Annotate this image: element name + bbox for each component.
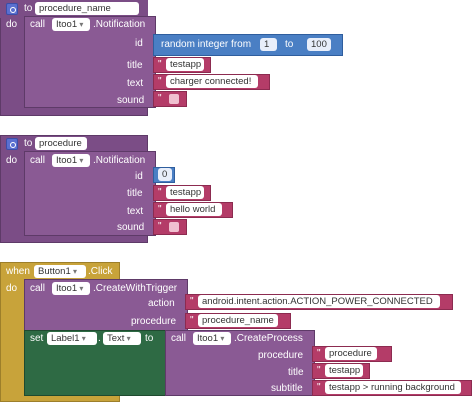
set-keyword: set bbox=[30, 333, 44, 344]
random-from-value[interactable]: 1 bbox=[260, 38, 277, 51]
method-name: .CreateWithTrigger bbox=[93, 283, 178, 294]
quote-icon: " bbox=[158, 187, 162, 198]
component-dropdown[interactable]: Itoo1 bbox=[52, 154, 90, 167]
method-name: .Notification bbox=[93, 155, 146, 166]
text-label: text bbox=[127, 78, 144, 89]
do-keyword: do bbox=[6, 19, 18, 30]
component-dropdown[interactable]: Itoo1 bbox=[52, 282, 90, 295]
procedure-label: procedure bbox=[131, 316, 177, 327]
method-name: .Notification bbox=[93, 19, 146, 30]
sound-label: sound bbox=[117, 222, 145, 233]
to-keyword: to bbox=[24, 3, 33, 14]
call-keyword: call bbox=[171, 333, 187, 344]
id-number-value[interactable]: 0 bbox=[158, 168, 172, 181]
button-dropdown[interactable]: Button1 bbox=[34, 265, 86, 278]
sound-label: sound bbox=[117, 95, 145, 106]
to-keyword: to bbox=[145, 333, 154, 344]
random-integer-label: random integer from bbox=[161, 39, 252, 50]
quote-icon: " bbox=[190, 315, 194, 326]
mutator-gear-icon[interactable] bbox=[6, 138, 18, 150]
procedure-text-value[interactable]: procedure_name bbox=[198, 314, 278, 327]
call-keyword: call bbox=[30, 155, 46, 166]
id-label: id bbox=[135, 171, 143, 182]
dot-separator: . bbox=[98, 333, 101, 344]
cp-subtitle-text-value[interactable]: testapp > running background bbox=[325, 381, 461, 394]
quote-icon: " bbox=[317, 382, 321, 393]
id-label: id bbox=[135, 38, 143, 49]
do-keyword: do bbox=[6, 283, 18, 294]
component-dropdown[interactable]: Itoo1 bbox=[193, 332, 231, 345]
to-keyword: to bbox=[24, 138, 33, 149]
call-keyword: call bbox=[30, 283, 46, 294]
action-label: action bbox=[148, 298, 175, 309]
random-to-value[interactable]: 100 bbox=[307, 38, 331, 51]
cp-title-label: title bbox=[288, 367, 304, 378]
label-dropdown[interactable]: Label1 bbox=[47, 332, 97, 345]
quote-icon: " bbox=[317, 365, 321, 376]
action-text-value[interactable]: android.intent.action.ACTION_POWER_CONNE… bbox=[198, 295, 440, 308]
quote-icon: " bbox=[158, 93, 162, 104]
text-text-value[interactable]: hello world bbox=[166, 203, 222, 216]
text-text-value[interactable]: charger connected! bbox=[166, 75, 258, 88]
quote-icon: " bbox=[317, 348, 321, 359]
quote-icon: " bbox=[158, 59, 162, 70]
component-dropdown[interactable]: Itoo1 bbox=[52, 18, 90, 31]
quote-icon: " bbox=[158, 221, 162, 232]
method-name: .CreateProcess bbox=[234, 333, 303, 344]
title-text-value[interactable]: testapp bbox=[166, 186, 204, 199]
title-text-value[interactable]: testapp bbox=[166, 58, 204, 71]
procedure-name-field[interactable]: procedure bbox=[35, 137, 87, 150]
cp-subtitle-label: subtitle bbox=[271, 383, 303, 394]
quote-icon: " bbox=[158, 204, 162, 215]
quote-icon: " bbox=[158, 76, 162, 87]
procedure-name-field[interactable]: procedure_name bbox=[35, 2, 139, 15]
event-name: .Click bbox=[88, 266, 113, 277]
text-label: text bbox=[127, 206, 144, 217]
quote-icon: " bbox=[190, 296, 194, 307]
property-dropdown[interactable]: Text bbox=[103, 332, 141, 345]
cp-procedure-text-value[interactable]: procedure bbox=[325, 347, 377, 360]
call-keyword: call bbox=[30, 19, 46, 30]
sound-empty-value[interactable] bbox=[169, 94, 179, 104]
cp-procedure-label: procedure bbox=[258, 350, 304, 361]
mutator-gear-icon[interactable] bbox=[6, 3, 18, 15]
when-keyword: when bbox=[6, 266, 30, 277]
title-label: title bbox=[127, 188, 143, 199]
title-label: title bbox=[127, 60, 143, 71]
random-to-label: to bbox=[285, 39, 294, 50]
cp-title-text-value[interactable]: testapp bbox=[325, 364, 363, 377]
do-keyword: do bbox=[6, 155, 18, 166]
sound-empty-value[interactable] bbox=[169, 222, 179, 232]
